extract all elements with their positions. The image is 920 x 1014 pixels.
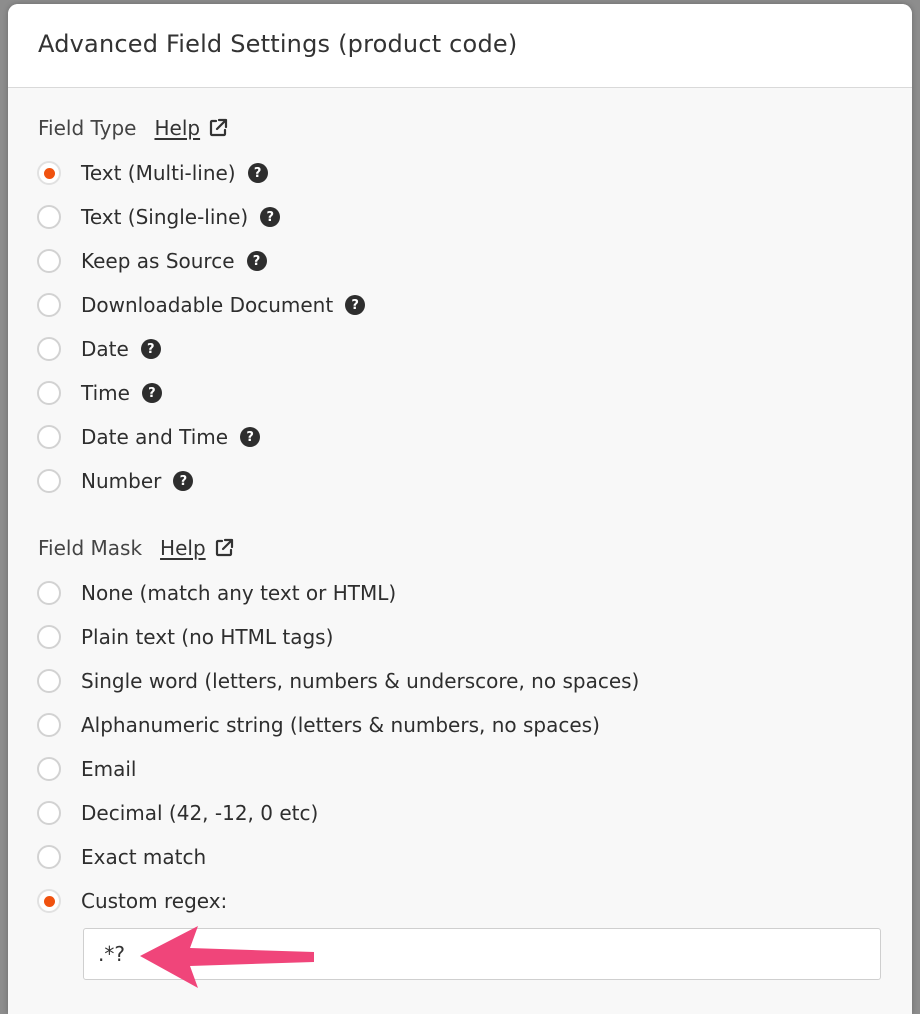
- radio-button[interactable]: [37, 801, 61, 825]
- field-type-option[interactable]: Text (Multi-line)?: [37, 158, 268, 188]
- question-circle-icon[interactable]: ?: [247, 163, 268, 183]
- radio-dot: [43, 895, 55, 907]
- field-mask-label: Field Mask: [38, 536, 143, 560]
- radio-label: Text (Single-line): [81, 205, 249, 229]
- radio-button[interactable]: [37, 757, 61, 781]
- field-mask-option[interactable]: Custom regex:: [37, 886, 227, 916]
- field-type-label: Field Type: [38, 116, 137, 140]
- radio-button[interactable]: [37, 205, 61, 229]
- field-type-option[interactable]: Number?: [37, 466, 194, 496]
- radio-button[interactable]: [37, 469, 61, 493]
- pink-arrow-icon: [140, 926, 314, 988]
- radio-label: Time: [81, 381, 130, 405]
- modal-header: Advanced Field Settings (product code): [8, 4, 912, 88]
- radio-label: Single word (letters, numbers & undersco…: [81, 669, 640, 693]
- radio-label: Alphanumeric string (letters & numbers, …: [81, 713, 600, 737]
- field-mask-heading: Field Mask Help: [38, 536, 234, 560]
- field-type-help-link[interactable]: Help: [154, 116, 200, 140]
- field-mask-option[interactable]: Decimal (42, -12, 0 etc): [37, 798, 318, 828]
- question-circle-icon[interactable]: ?: [140, 339, 161, 359]
- field-type-option[interactable]: Time?: [37, 378, 162, 408]
- field-type-option[interactable]: Date?: [37, 334, 161, 364]
- question-circle-icon[interactable]: ?: [240, 427, 261, 447]
- radio-button[interactable]: [37, 425, 61, 449]
- question-circle-icon[interactable]: ?: [345, 295, 366, 315]
- field-type-option[interactable]: Downloadable Document?: [37, 290, 366, 320]
- field-mask-option[interactable]: None (match any text or HTML): [37, 578, 396, 608]
- question-circle-icon[interactable]: ?: [141, 383, 162, 403]
- radio-button-checked[interactable]: [37, 889, 61, 913]
- radio-label: Text (Multi-line): [81, 161, 236, 185]
- field-mask-option[interactable]: Exact match: [37, 842, 206, 872]
- field-mask-option[interactable]: Plain text (no HTML tags): [37, 622, 333, 652]
- field-type-option[interactable]: Keep as Source?: [37, 246, 267, 276]
- radio-label: Date: [81, 337, 129, 361]
- modal-title: Advanced Field Settings (product code): [38, 30, 518, 58]
- radio-label: Exact match: [81, 845, 207, 869]
- radio-label: Custom regex:: [81, 889, 228, 913]
- radio-button[interactable]: [37, 713, 61, 737]
- radio-label: Decimal (42, -12, 0 etc): [81, 801, 319, 825]
- external-link-icon[interactable]: [208, 118, 228, 138]
- field-mask-help-link[interactable]: Help: [160, 536, 206, 560]
- radio-button[interactable]: [37, 625, 61, 649]
- field-mask-option[interactable]: Email: [37, 754, 137, 784]
- radio-button[interactable]: [37, 249, 61, 273]
- radio-label: Number: [81, 469, 162, 493]
- radio-label: Keep as Source: [81, 249, 235, 273]
- advanced-field-settings-modal: Advanced Field Settings (product code) F…: [8, 4, 912, 1014]
- field-type-option[interactable]: Date and Time?: [37, 422, 261, 452]
- field-type-heading: Field Type Help: [38, 116, 228, 140]
- radio-label: Date and Time: [81, 425, 229, 449]
- radio-button[interactable]: [37, 669, 61, 693]
- field-type-option[interactable]: Text (Single-line)?: [37, 202, 281, 232]
- external-link-icon[interactable]: [214, 538, 234, 558]
- radio-button[interactable]: [37, 845, 61, 869]
- radio-button[interactable]: [37, 337, 61, 361]
- question-circle-icon[interactable]: ?: [260, 207, 281, 227]
- radio-button[interactable]: [37, 381, 61, 405]
- radio-label: Downloadable Document: [81, 293, 334, 317]
- field-mask-option[interactable]: Alphanumeric string (letters & numbers, …: [37, 710, 600, 740]
- radio-label: Email: [81, 757, 137, 781]
- radio-label: None (match any text or HTML): [81, 581, 397, 605]
- radio-dot: [43, 167, 55, 179]
- radio-button[interactable]: [37, 581, 61, 605]
- radio-label: Plain text (no HTML tags): [81, 625, 334, 649]
- radio-button-checked[interactable]: [37, 161, 61, 185]
- question-circle-icon[interactable]: ?: [173, 471, 194, 491]
- field-mask-option[interactable]: Single word (letters, numbers & undersco…: [37, 666, 639, 696]
- radio-button[interactable]: [37, 293, 61, 317]
- question-circle-icon[interactable]: ?: [246, 251, 267, 271]
